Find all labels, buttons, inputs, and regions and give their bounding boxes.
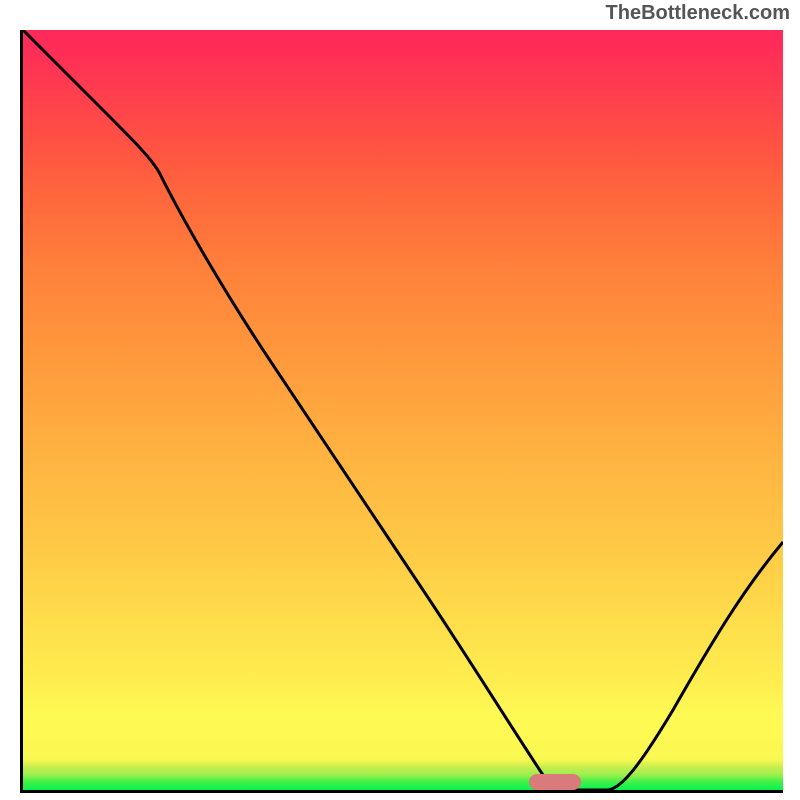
optimal-range-marker (529, 774, 581, 790)
bottleneck-curve-path (23, 30, 783, 790)
bottleneck-line-plot (23, 30, 783, 790)
chart-area (20, 30, 783, 793)
watermark-label: TheBottleneck.com (606, 2, 790, 25)
